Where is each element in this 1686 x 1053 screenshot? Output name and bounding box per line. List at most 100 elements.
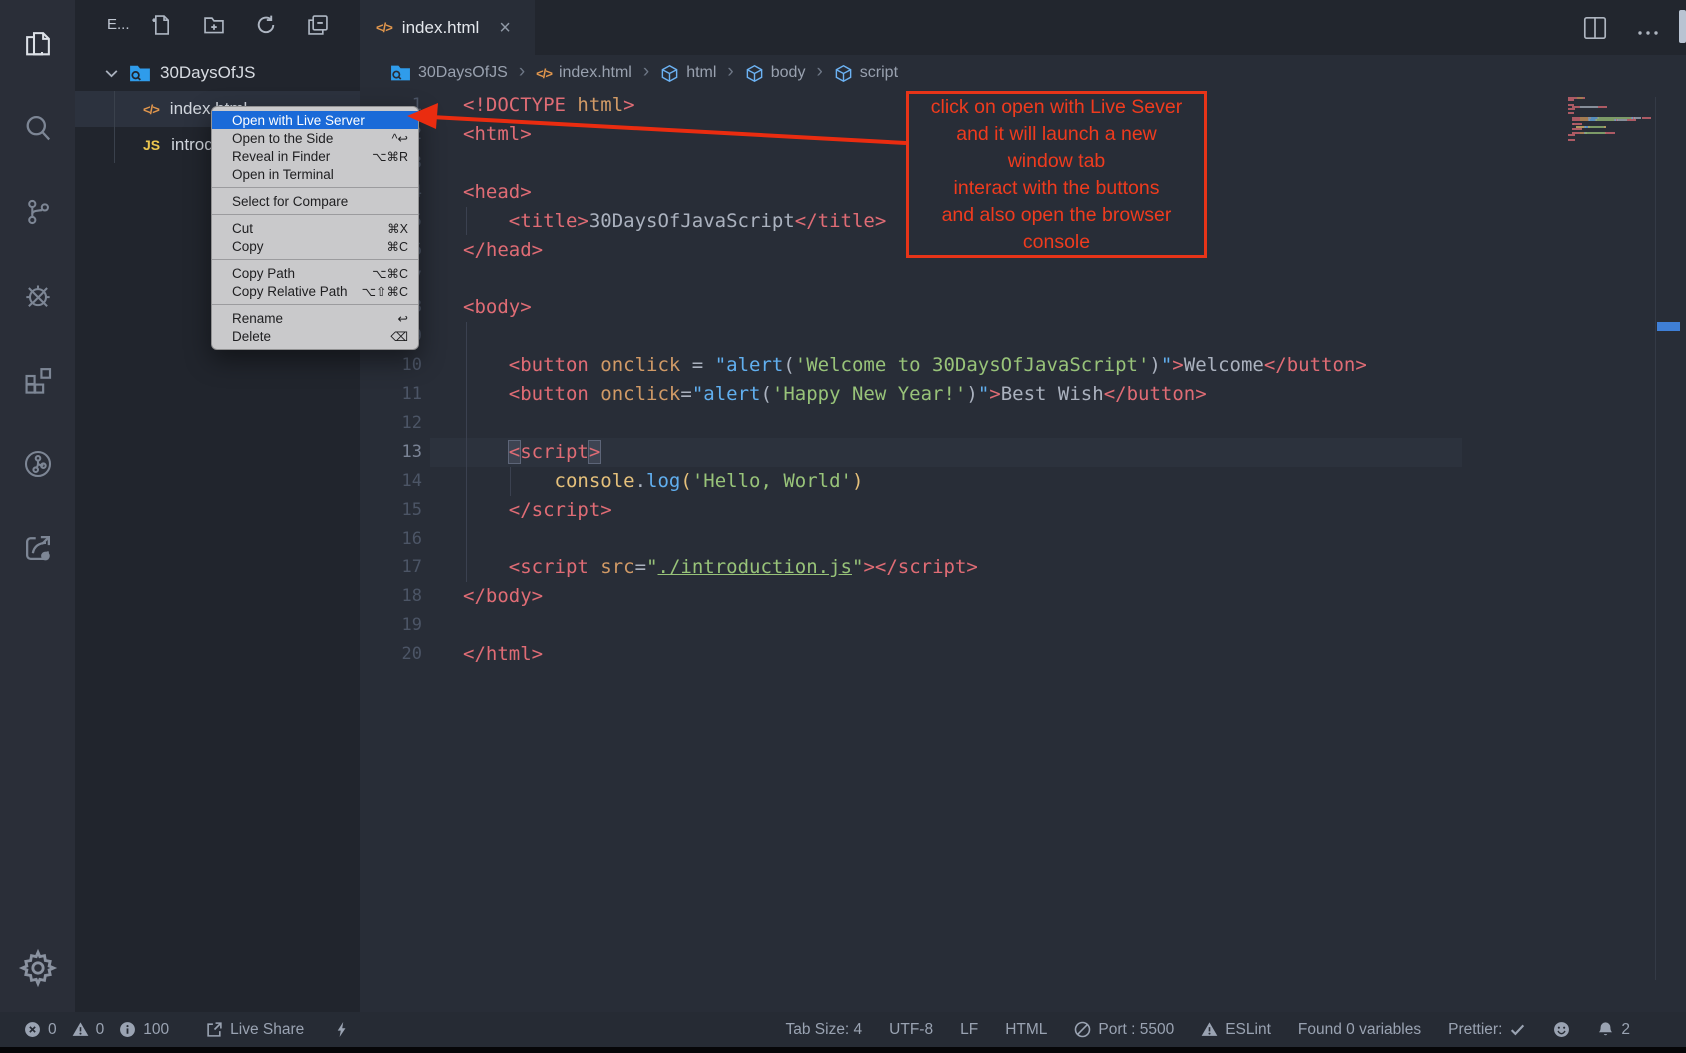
menu-item-copy[interactable]: Copy⌘C bbox=[212, 237, 418, 255]
menu-item-reveal-in-finder[interactable]: Reveal in Finder⌥⌘R bbox=[212, 147, 418, 165]
line-number: 20 bbox=[360, 640, 422, 669]
code-text: <script src="./introduction.js"></script… bbox=[463, 553, 978, 582]
menu-item-shortcut: ⌫ bbox=[390, 329, 408, 344]
token: ></script> bbox=[863, 556, 977, 578]
breadcrumb: 30DaysOfJS›</>index.html›html›body›scrip… bbox=[360, 55, 1490, 91]
gitlens-circle-icon[interactable] bbox=[14, 440, 62, 488]
folder-row-30daysofjs[interactable]: 30DaysOfJS bbox=[75, 55, 360, 91]
status-label: Found 0 variables bbox=[1298, 1021, 1421, 1039]
breadcrumb-item-script[interactable]: script bbox=[834, 64, 898, 83]
status-live-share[interactable]: Live Share bbox=[206, 1021, 304, 1039]
share-box-icon bbox=[206, 1021, 223, 1038]
token: ./introduction.js bbox=[658, 556, 852, 578]
token: script bbox=[520, 441, 589, 463]
menu-item-cut[interactable]: Cut⌘X bbox=[212, 219, 418, 237]
breadcrumb-label: html bbox=[686, 64, 716, 82]
lightning-icon bbox=[333, 1021, 350, 1038]
menu-item-open-in-terminal[interactable]: Open in Terminal bbox=[212, 165, 418, 183]
breadcrumb-label: 30DaysOfJS bbox=[418, 64, 508, 82]
breadcrumb-item-body[interactable]: body bbox=[745, 64, 806, 83]
status-problems-info[interactable]: 100 bbox=[119, 1021, 169, 1039]
status-label: 2 bbox=[1621, 1021, 1630, 1039]
extensions-icon[interactable] bbox=[14, 356, 62, 404]
window-bottom-strip bbox=[0, 1047, 1686, 1053]
status-encoding[interactable]: UTF-8 bbox=[889, 1021, 933, 1039]
folder-icon bbox=[390, 64, 411, 82]
token: 'Welcome to 30DaysOfJavaScript' bbox=[795, 354, 1150, 376]
status-feedback[interactable] bbox=[1553, 1021, 1570, 1038]
token: </button> bbox=[1104, 383, 1207, 405]
minimap-line bbox=[1568, 139, 1652, 141]
menu-item-label: Cut bbox=[232, 221, 253, 236]
menu-item-rename[interactable]: Rename↩ bbox=[212, 309, 418, 327]
breadcrumb-item-index-html[interactable]: </>index.html bbox=[536, 64, 632, 82]
status-label: 100 bbox=[143, 1021, 169, 1039]
settings-gear-icon[interactable] bbox=[0, 944, 75, 992]
status-prettier[interactable]: Prettier: bbox=[1448, 1021, 1526, 1039]
token: onclick bbox=[589, 383, 681, 405]
status-problems-errors[interactable]: 0 bbox=[24, 1021, 57, 1039]
minimap-segment bbox=[1568, 139, 1575, 141]
line-number: 19 bbox=[360, 611, 422, 640]
token: "alert bbox=[715, 354, 784, 376]
breadcrumb-item-html[interactable]: html bbox=[660, 64, 716, 83]
scrollbar-thumb[interactable] bbox=[1679, 10, 1686, 43]
token: </html> bbox=[463, 643, 543, 665]
status-eslint[interactable]: ESLint bbox=[1201, 1021, 1271, 1039]
status-eol[interactable]: LF bbox=[960, 1021, 978, 1039]
status-bar-left: 00 100 Live Share bbox=[0, 1021, 350, 1039]
token: > bbox=[589, 441, 600, 463]
token: > bbox=[623, 94, 634, 116]
menu-item-copy-path[interactable]: Copy Path⌥⌘C bbox=[212, 264, 418, 282]
tab-index-html[interactable]: </> index.html × bbox=[360, 0, 535, 55]
overview-ruler-marker bbox=[1657, 322, 1680, 331]
status-bar: 00 100 Live Share Tab Size: 4 UTF-8 LF HTML Po… bbox=[0, 1012, 1686, 1047]
status-live-server-port[interactable]: Port : 5500 bbox=[1074, 1021, 1174, 1039]
menu-item-open-to-the-side[interactable]: Open to the Side^↩ bbox=[212, 129, 418, 147]
run-debug-icon[interactable] bbox=[14, 272, 62, 320]
code-text: <script> bbox=[463, 438, 600, 467]
new-file-icon[interactable] bbox=[151, 14, 175, 38]
menu-separator bbox=[212, 304, 418, 305]
status-found-variables[interactable]: Found 0 variables bbox=[1298, 1021, 1421, 1039]
html-file-icon: </> bbox=[536, 66, 552, 81]
folder-label: 30DaysOfJS bbox=[160, 63, 255, 83]
breadcrumb-item-30daysofjs[interactable]: 30DaysOfJS bbox=[390, 64, 508, 82]
code-text: <button onclick = "alert('Welcome to 30D… bbox=[463, 351, 1367, 380]
menu-item-delete[interactable]: Delete⌫ bbox=[212, 327, 418, 345]
menu-separator bbox=[212, 259, 418, 260]
status-problems-warnings[interactable]: 0 bbox=[72, 1021, 105, 1039]
token: <!DOCTYPE bbox=[463, 94, 566, 116]
share-arrow-icon[interactable] bbox=[14, 524, 62, 572]
status-language-mode[interactable]: HTML bbox=[1005, 1021, 1047, 1039]
status-notifications[interactable]: 2 bbox=[1597, 1021, 1630, 1039]
code-text: <body> bbox=[463, 293, 532, 322]
annotation-line: window tab bbox=[909, 148, 1204, 175]
token: . bbox=[635, 470, 646, 492]
menu-item-copy-relative-path[interactable]: Copy Relative Path⌥⇧⌘C bbox=[212, 282, 418, 300]
token: " bbox=[1161, 354, 1172, 376]
menu-item-open-with-live-server[interactable]: Open with Live Server bbox=[212, 111, 418, 129]
minimap[interactable] bbox=[1568, 97, 1652, 145]
split-editor-icon[interactable] bbox=[1583, 16, 1607, 40]
token bbox=[463, 441, 509, 463]
refresh-explorer-icon[interactable] bbox=[255, 14, 279, 38]
code-text: </script> bbox=[463, 496, 612, 525]
menu-item-label: Open in Terminal bbox=[232, 167, 334, 182]
explorer-icon[interactable] bbox=[14, 20, 62, 68]
check-icon bbox=[1509, 1021, 1526, 1038]
warning-triangle-icon bbox=[1201, 1021, 1218, 1038]
more-actions-icon[interactable] bbox=[1637, 24, 1659, 32]
breadcrumb-separator: › bbox=[643, 61, 649, 83]
menu-item-select-for-compare[interactable]: Select for Compare bbox=[212, 192, 418, 210]
status-tab-size[interactable]: Tab Size: 4 bbox=[785, 1021, 862, 1039]
token bbox=[463, 470, 555, 492]
collapse-folders-icon[interactable] bbox=[307, 14, 331, 38]
status-lightning[interactable] bbox=[333, 1021, 350, 1038]
close-icon[interactable]: × bbox=[499, 18, 511, 38]
new-folder-icon[interactable] bbox=[203, 14, 227, 38]
token: " bbox=[852, 556, 863, 578]
vscode-window: E... 30DaysOfJS </>index.htmlJSintroduct… bbox=[0, 0, 1686, 1053]
source-control-icon[interactable] bbox=[14, 188, 62, 236]
search-icon[interactable] bbox=[14, 104, 62, 152]
